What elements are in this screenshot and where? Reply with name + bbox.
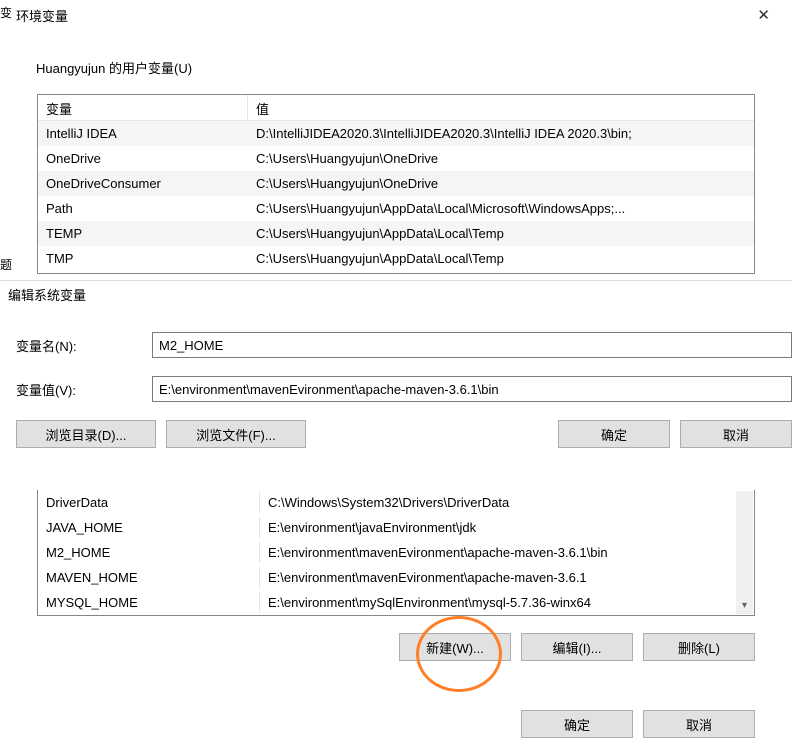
- dialog-bottom-row: 确定 取消: [521, 710, 755, 738]
- cell-var-value: C:\Users\Huangyujun\AppData\Local\Micros…: [248, 198, 754, 219]
- table-row[interactable]: M2_HOMEE:\environment\mavenEvironment\ap…: [38, 540, 754, 565]
- var-name-input[interactable]: [152, 332, 792, 358]
- cell-var-name: OneDriveConsumer: [38, 173, 248, 194]
- cell-var-name: MYSQL_HOME: [38, 592, 260, 613]
- cell-var-value: C:\Users\Huangyujun\AppData\Local\Temp: [248, 248, 754, 269]
- cell-var-value: D:\IntelliJIDEA2020.3\IntelliJIDEA2020.3…: [248, 123, 754, 144]
- edit-button[interactable]: 编辑(I)...: [521, 633, 633, 661]
- table-row[interactable]: OneDriveConsumerC:\Users\Huangyujun\OneD…: [38, 171, 754, 196]
- var-value-label: 变量值(V):: [12, 380, 152, 399]
- system-vars-button-row: 新建(W)... 编辑(I)... 删除(L): [37, 633, 755, 661]
- table-row[interactable]: TEMPC:\Users\Huangyujun\AppData\Local\Te…: [38, 221, 754, 246]
- system-vars-table[interactable]: DriverDataC:\Windows\System32\Drivers\Dr…: [37, 490, 755, 616]
- table-row[interactable]: OneDriveC:\Users\Huangyujun\OneDrive: [38, 146, 754, 171]
- cell-var-name: Path: [38, 198, 248, 219]
- user-vars-table[interactable]: 变量 值 IntelliJ IDEAD:\IntelliJIDEA2020.3\…: [37, 94, 755, 274]
- cell-var-value: C:\Users\Huangyujun\OneDrive: [248, 148, 754, 169]
- browse-dir-button[interactable]: 浏览目录(D)...: [16, 420, 156, 448]
- cell-var-name: M2_HOME: [38, 542, 260, 563]
- cell-var-value: E:\environment\mavenEvironment\apache-ma…: [260, 567, 754, 588]
- col-header-value[interactable]: 值: [248, 95, 754, 120]
- edit-ok-button[interactable]: 确定: [558, 420, 670, 448]
- edit-dialog-title: 编辑系统变量: [0, 281, 792, 308]
- env-vars-dialog: 环境变量 ✕: [10, 0, 792, 30]
- cell-var-name: DriverData: [38, 492, 260, 513]
- edit-cancel-button[interactable]: 取消: [680, 420, 792, 448]
- cell-var-name: TMP: [38, 248, 248, 269]
- cell-var-name: JAVA_HOME: [38, 517, 260, 538]
- col-header-variable[interactable]: 变量: [38, 95, 248, 120]
- scrollbar[interactable]: ▾: [736, 491, 753, 614]
- var-value-input[interactable]: [152, 376, 792, 402]
- delete-button[interactable]: 删除(L): [643, 633, 755, 661]
- dialog-title: 环境变量: [16, 6, 68, 25]
- browse-file-button[interactable]: 浏览文件(F)...: [166, 420, 306, 448]
- table-row[interactable]: PathC:\Users\Huangyujun\AppData\Local\Mi…: [38, 196, 754, 221]
- edge-char: 题: [0, 256, 12, 273]
- table-row[interactable]: MYSQL_HOMEE:\environment\mySqlEnvironmen…: [38, 590, 754, 615]
- cell-var-name: OneDrive: [38, 148, 248, 169]
- table-row[interactable]: TMPC:\Users\Huangyujun\AppData\Local\Tem…: [38, 246, 754, 271]
- cell-var-value: E:\environment\mySqlEnvironment\mysql-5.…: [260, 592, 754, 613]
- var-name-label: 变量名(N):: [12, 336, 152, 355]
- cancel-button[interactable]: 取消: [643, 710, 755, 738]
- table-row[interactable]: IntelliJ IDEAD:\IntelliJIDEA2020.3\Intel…: [38, 121, 754, 146]
- chevron-down-icon[interactable]: ▾: [736, 597, 753, 614]
- cell-var-value: E:\environment\mavenEvironment\apache-ma…: [260, 542, 754, 563]
- table-row[interactable]: JAVA_HOMEE:\environment\javaEnvironment\…: [38, 515, 754, 540]
- cell-var-name: TEMP: [38, 223, 248, 244]
- cell-var-value: C:\Users\Huangyujun\AppData\Local\Temp: [248, 223, 754, 244]
- user-vars-group-label: Huangyujun 的用户变量(U): [32, 58, 196, 77]
- table-header: 变量 值: [38, 95, 754, 121]
- cell-var-name: IntelliJ IDEA: [38, 123, 248, 144]
- cell-var-name: MAVEN_HOME: [38, 567, 260, 588]
- cell-var-value: C:\Users\Huangyujun\OneDrive: [248, 173, 754, 194]
- ok-button[interactable]: 确定: [521, 710, 633, 738]
- cell-var-value: E:\environment\javaEnvironment\jdk: [260, 517, 754, 538]
- table-row[interactable]: MAVEN_HOMEE:\environment\mavenEvironment…: [38, 565, 754, 590]
- close-icon[interactable]: ✕: [745, 6, 782, 24]
- table-row[interactable]: DriverDataC:\Windows\System32\Drivers\Dr…: [38, 490, 754, 515]
- cell-var-value: C:\Windows\System32\Drivers\DriverData: [260, 492, 754, 513]
- title-bar: 环境变量 ✕: [10, 0, 792, 30]
- edit-system-variable-dialog: 编辑系统变量 变量名(N): 变量值(V): 浏览目录(D)... 浏览文件(F…: [0, 280, 792, 460]
- new-button[interactable]: 新建(W)...: [399, 633, 511, 661]
